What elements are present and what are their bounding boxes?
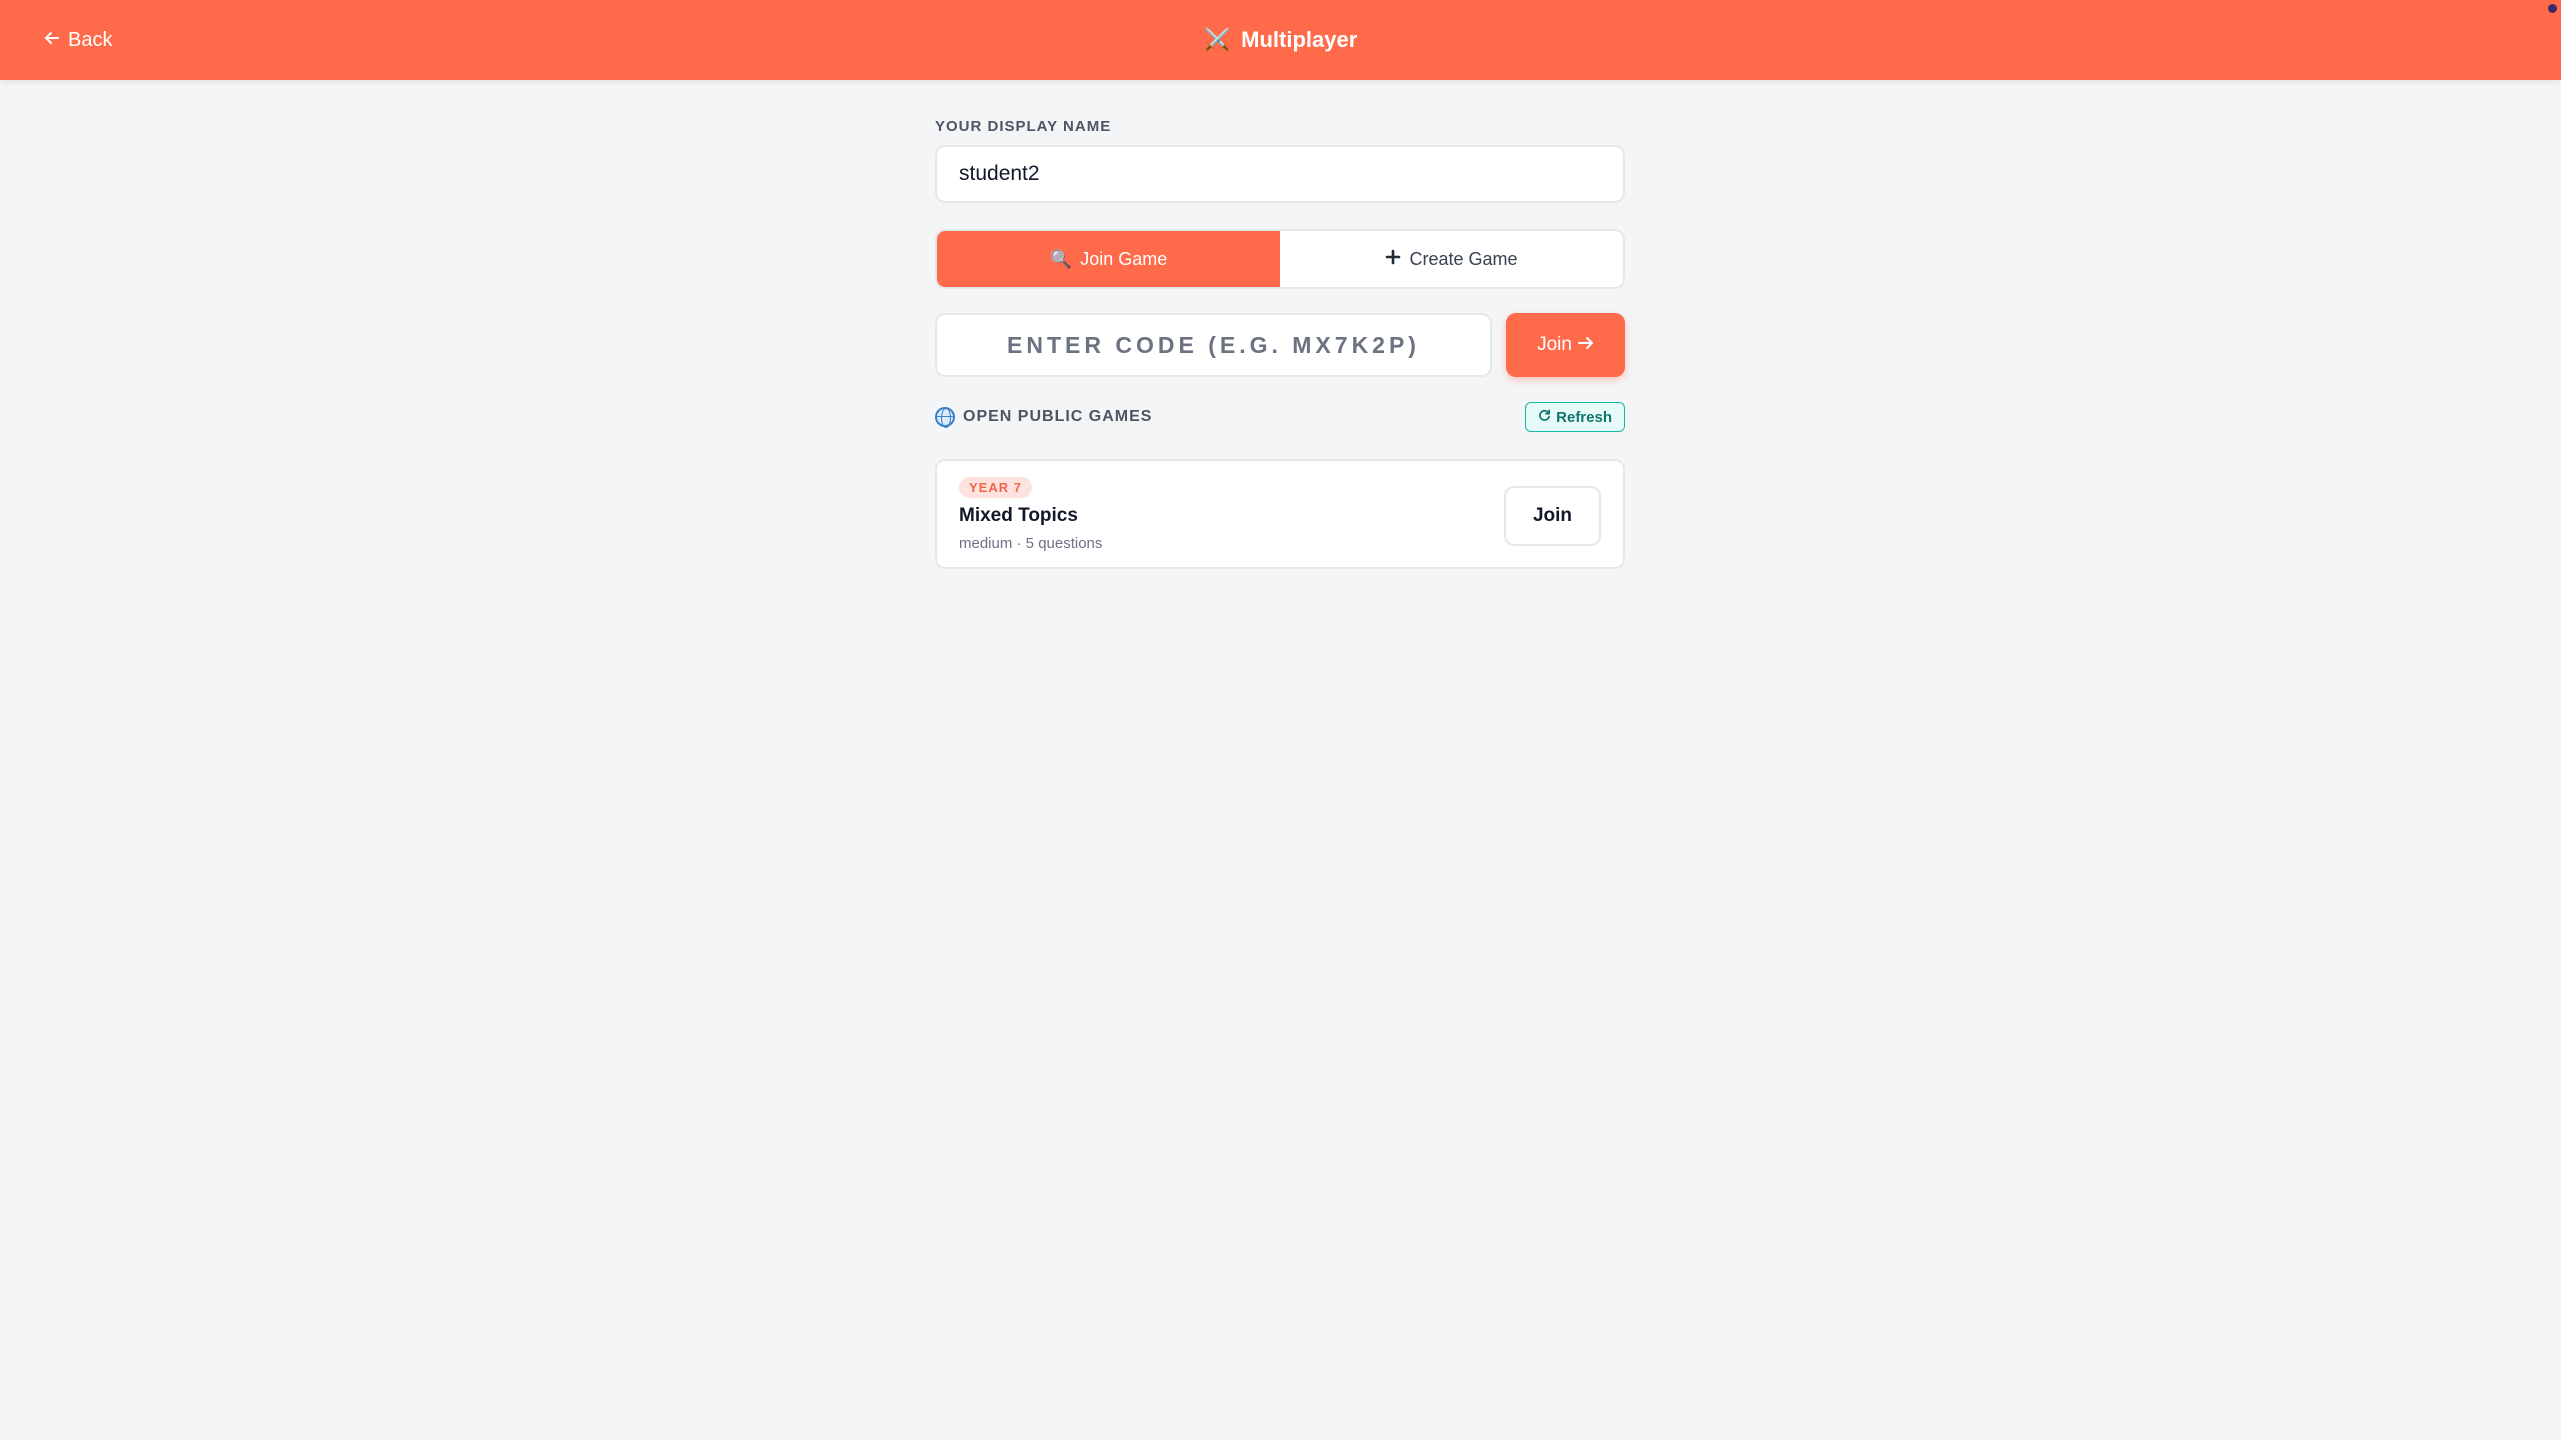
code-entry-row: Join bbox=[935, 313, 1625, 377]
plus-icon bbox=[1385, 249, 1401, 270]
game-code-input[interactable] bbox=[935, 313, 1492, 377]
display-name-label: YOUR DISPLAY NAME bbox=[935, 118, 1112, 135]
join-game-tab-label: Join Game bbox=[1080, 248, 1168, 269]
public-games-header: OPEN PUBLIC GAMES Refresh bbox=[935, 401, 1625, 433]
public-games-title: OPEN PUBLIC GAMES bbox=[935, 407, 1153, 428]
page-title: ⚔️ Multiplayer bbox=[0, 0, 2561, 80]
join-game-tab[interactable]: 🔍 Join Game bbox=[937, 231, 1280, 287]
mode-toggle: 🔍 Join Game Create Game bbox=[935, 229, 1625, 289]
year-badge: YEAR 7 bbox=[959, 477, 1032, 498]
public-games-title-text: OPEN PUBLIC GAMES bbox=[963, 408, 1153, 425]
status-dot bbox=[2548, 4, 2557, 13]
multiplayer-panel: YOUR DISPLAY NAME 🔍 Join Game Create Gam… bbox=[935, 118, 1625, 569]
refresh-label: Refresh bbox=[1556, 408, 1612, 426]
create-game-tab[interactable]: Create Game bbox=[1280, 231, 1623, 287]
refresh-button[interactable]: Refresh bbox=[1525, 402, 1625, 432]
game-meta: medium · 5 questions bbox=[959, 535, 1103, 552]
arrow-right-icon bbox=[1577, 334, 1594, 356]
magnifier-icon: 🔍 bbox=[1049, 248, 1073, 269]
public-game-card: YEAR 7 Mixed Topics medium · 5 questions… bbox=[935, 459, 1625, 569]
globe-icon bbox=[935, 407, 955, 428]
game-title: Mixed Topics bbox=[959, 505, 1078, 526]
join-by-code-label: Join bbox=[1537, 334, 1572, 355]
display-name-input[interactable] bbox=[935, 145, 1625, 203]
join-public-game-button[interactable]: Join bbox=[1504, 486, 1601, 546]
crossed-swords-icon: ⚔️ bbox=[1203, 27, 1232, 52]
page-title-text: Multiplayer bbox=[1241, 27, 1358, 52]
top-bar: Back ⚔️ Multiplayer bbox=[0, 0, 2561, 80]
join-by-code-button[interactable]: Join bbox=[1506, 313, 1625, 377]
refresh-icon bbox=[1538, 409, 1551, 426]
create-game-tab-label: Create Game bbox=[1409, 248, 1518, 269]
